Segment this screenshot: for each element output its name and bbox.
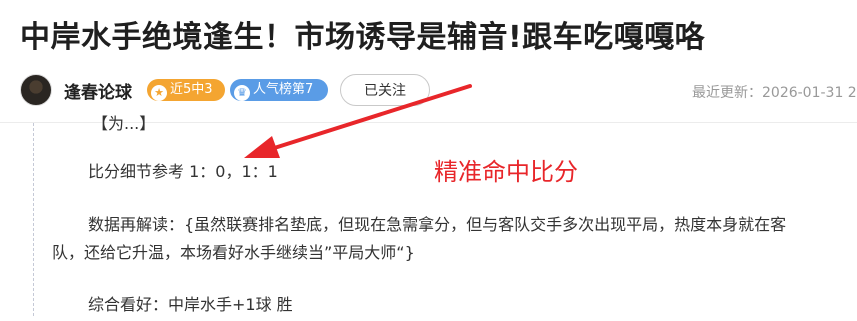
section-heading-cut: 【为...】 <box>92 114 156 133</box>
author-avatar[interactable] <box>20 74 52 106</box>
annotation-label: 精准命中比分 <box>434 158 578 186</box>
analysis-line-2: 队，还给它升温，本场看好水手继续当”平局大师“} <box>52 243 415 262</box>
author-row: 逢春论球 ★ 近5中3 ♛ 人气榜第7 已关注 最近更新：2026-01-31 2 <box>20 72 857 108</box>
popularity-rank-label: 人气榜第7 <box>253 82 314 97</box>
hit-rate-label: 近5中3 <box>170 82 213 97</box>
author-name[interactable]: 逢春论球 <box>64 78 132 103</box>
hit-rate-badge: ★ 近5中3 <box>147 79 225 101</box>
final-verdict: 综合看好：中岸水手+1球 胜 <box>88 295 293 314</box>
crown-icon: ♛ <box>234 85 250 101</box>
last-updated: 最近更新：2026-01-31 2 <box>692 85 857 101</box>
score-reference: 比分细节参考 1：0，1：1 <box>88 162 278 181</box>
follow-button[interactable]: 已关注 <box>340 74 430 106</box>
article-title: 中岸水手绝境逢生！市场诱导是辅音!跟车吃嘎嘎咯 <box>20 20 706 55</box>
content-guide-line <box>33 123 34 316</box>
star-icon: ★ <box>151 85 167 101</box>
popularity-rank-badge: ♛ 人气榜第7 <box>230 79 328 101</box>
annotation-arrow-head <box>244 136 280 158</box>
